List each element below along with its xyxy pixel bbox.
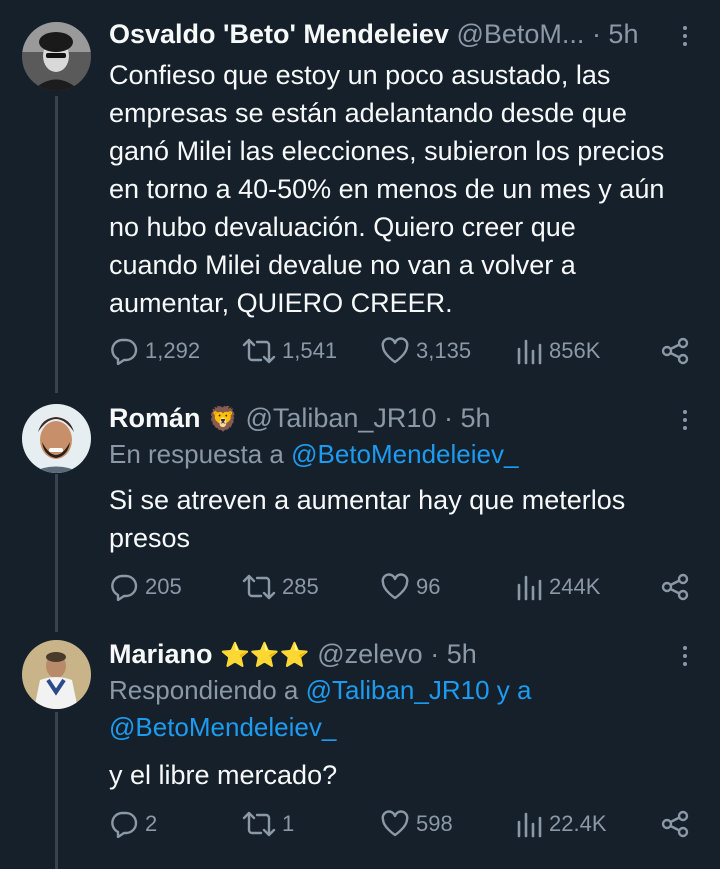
more-options-icon[interactable] xyxy=(670,402,700,438)
reply-icon xyxy=(111,811,138,838)
avatar[interactable] xyxy=(22,22,91,91)
reply-button[interactable]: 2 xyxy=(109,804,157,844)
reply-button[interactable]: 1,292 xyxy=(109,331,200,371)
retweet-count: 1,541 xyxy=(282,338,338,363)
tweet-text: y el libre mercado? xyxy=(109,756,690,794)
reply-mention-link[interactable]: @Taliban_JR10 y a xyxy=(306,675,532,705)
share-button[interactable] xyxy=(660,331,690,371)
tweet-text: Si se atreven a aumentar hay que meterlo… xyxy=(109,481,690,557)
share-button[interactable] xyxy=(660,567,690,607)
retweet-button[interactable]: 1 xyxy=(242,804,294,844)
share-icon xyxy=(661,810,689,838)
tweet-text-line: Si se atreven a aumentar hay que meterlo… xyxy=(109,485,626,515)
like-count: 598 xyxy=(416,811,453,836)
tweet-text-line: presos xyxy=(109,523,191,553)
tweet-text-line: en torno a 40-50% en menos de un mes y a… xyxy=(109,174,665,204)
retweet-icon xyxy=(242,811,276,837)
like-button[interactable]: 96 xyxy=(380,567,440,607)
tweet-text-line: aumentar, QUIERO CREER. xyxy=(109,288,453,318)
retweet-button[interactable]: 285 xyxy=(242,567,319,607)
share-icon xyxy=(661,573,689,601)
like-button[interactable]: 3,135 xyxy=(380,331,471,371)
display-name[interactable]: Román xyxy=(109,403,201,433)
retweet-count: 1 xyxy=(282,811,295,836)
heart-icon xyxy=(381,810,409,837)
share-button[interactable] xyxy=(660,804,690,844)
timestamp[interactable]: · 5h xyxy=(430,639,477,669)
tweet-text-line: no hubo devaluación. Quiero creer que xyxy=(109,212,576,242)
tweet-header: Osvaldo 'Beto' Mendeleiev @BetoM... · 5h xyxy=(109,16,690,52)
user-handle[interactable]: @BetoM... xyxy=(456,19,584,49)
reply-count: 205 xyxy=(145,574,182,599)
views-count: 244K xyxy=(549,574,601,599)
views-count: 856K xyxy=(549,338,601,363)
tweet-text-line: Confieso que estoy un poco asustado, las xyxy=(109,60,611,90)
name-emoji: ⭐⭐⭐ xyxy=(220,642,310,669)
tweet-header: Mariano ⭐⭐⭐ @zelevo · 5h xyxy=(109,636,690,672)
name-emoji: 🦁 xyxy=(208,406,238,433)
action-bar: 1,292 1,541 3,135 856K xyxy=(109,331,690,371)
tweet-text-line: cuando Milei devalue no van a volver a xyxy=(109,250,576,280)
timestamp[interactable]: · 5h xyxy=(444,403,491,433)
reply-context: Respondiendo a @Taliban_JR10 y a @BetoMe… xyxy=(109,672,690,746)
avatar-image xyxy=(22,640,91,709)
reply-prefix: Respondiendo a xyxy=(109,675,306,705)
reply-context: En respuesta a @BetoMendeleiev_ xyxy=(109,436,690,473)
heart-icon xyxy=(381,337,409,364)
reply-icon xyxy=(111,338,138,365)
display-name[interactable]: Osvaldo 'Beto' Mendeleiev xyxy=(109,19,449,49)
action-bar: 2 1 598 22.4K xyxy=(109,804,690,844)
tweet[interactable]: Osvaldo 'Beto' Mendeleiev @BetoM... · 5h… xyxy=(0,0,720,390)
heart-icon xyxy=(381,573,409,600)
reply-mention-link[interactable]: @BetoMendeleiev_ xyxy=(291,439,518,469)
user-handle[interactable]: @zelevo xyxy=(317,639,422,669)
reply-count: 2 xyxy=(145,811,158,836)
views-icon xyxy=(517,812,542,838)
user-handle[interactable]: @Taliban_JR10 xyxy=(245,403,436,433)
display-name[interactable]: Mariano xyxy=(109,639,213,669)
tweet-text-line: empresas se están adelantando desde que xyxy=(109,98,627,128)
views-button[interactable]: 244K xyxy=(515,567,600,607)
views-icon xyxy=(517,575,542,601)
retweet-count: 285 xyxy=(282,574,319,599)
reply-mention-link[interactable]: @BetoMendeleiev_ xyxy=(109,709,690,746)
retweet-icon xyxy=(242,574,276,600)
action-bar: 205 285 96 244K xyxy=(109,567,690,607)
tweet-header: Román 🦁 @Taliban_JR10 · 5h xyxy=(109,400,690,436)
avatar-image xyxy=(22,404,91,473)
reply-button[interactable]: 205 xyxy=(109,567,182,607)
timestamp[interactable]: · 5h xyxy=(592,19,639,49)
avatar[interactable] xyxy=(22,640,91,709)
views-icon xyxy=(517,339,542,365)
retweet-button[interactable]: 1,541 xyxy=(242,331,337,371)
like-count: 3,135 xyxy=(416,338,472,363)
more-options-icon[interactable] xyxy=(670,638,700,674)
avatar-image xyxy=(22,22,91,91)
more-options-icon[interactable] xyxy=(670,18,700,54)
reply-icon xyxy=(111,574,138,601)
reply-prefix: En respuesta a xyxy=(109,439,292,469)
tweet-text: Confieso que estoy un poco asustado, las… xyxy=(109,56,690,322)
tweet[interactable]: Román 🦁 @Taliban_JR10 · 5h En respuesta … xyxy=(0,390,720,628)
tweet-text-line: ganó Milei las elecciones, subieron los … xyxy=(109,136,665,166)
reply-count: 1,292 xyxy=(145,338,201,363)
views-button[interactable]: 22.4K xyxy=(515,804,607,844)
tweet-text-line: y el libre mercado? xyxy=(109,760,338,790)
like-count: 96 xyxy=(416,574,441,599)
share-icon xyxy=(661,337,689,365)
like-button[interactable]: 598 xyxy=(380,804,453,844)
retweet-icon xyxy=(242,338,276,364)
tweet[interactable]: Mariano ⭐⭐⭐ @zelevo · 5h Respondiendo a … xyxy=(0,628,720,869)
avatar[interactable] xyxy=(22,404,91,473)
views-count: 22.4K xyxy=(549,811,607,836)
views-button[interactable]: 856K xyxy=(515,331,600,371)
